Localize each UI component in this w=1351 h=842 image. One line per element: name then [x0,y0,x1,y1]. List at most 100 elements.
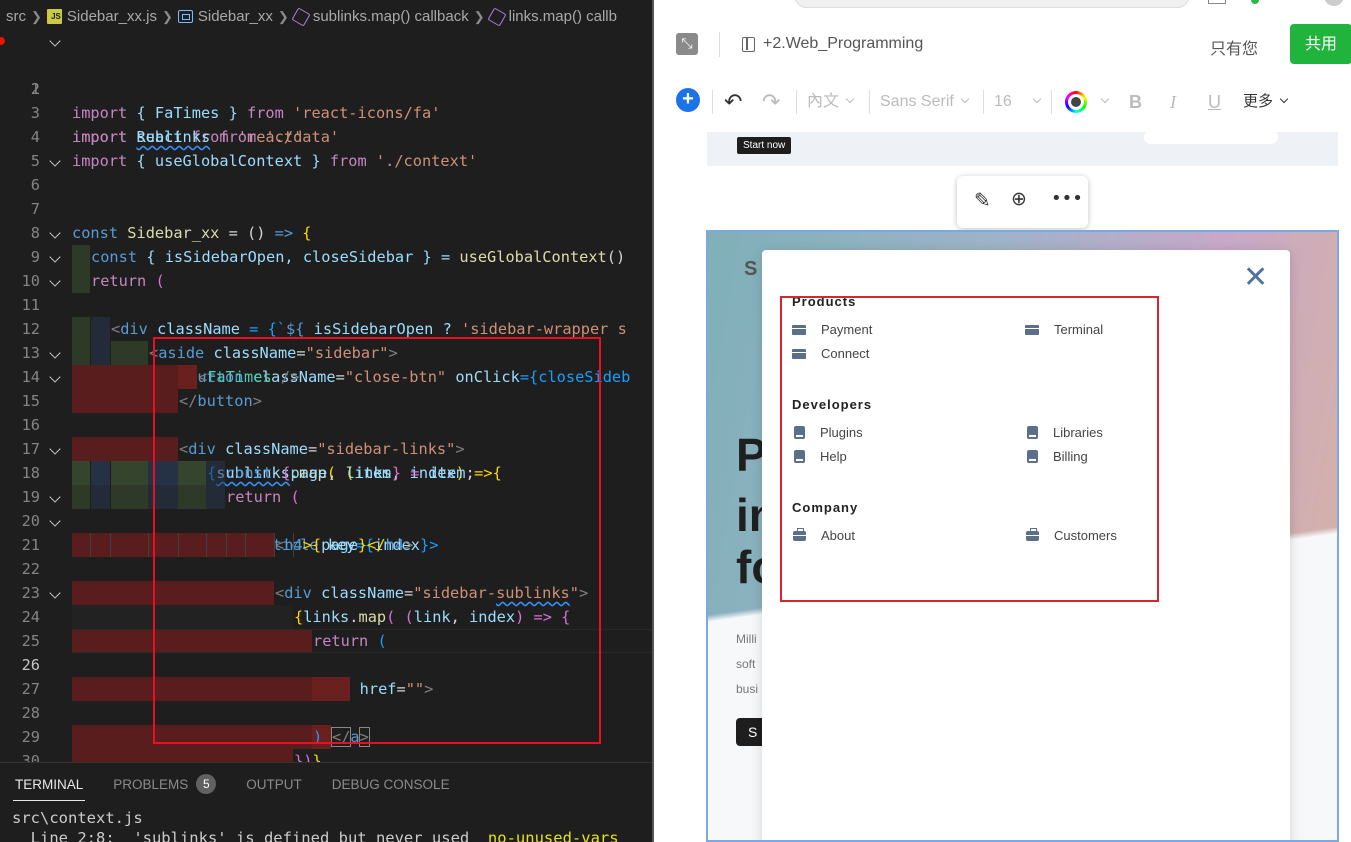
terminal-output-line: src\context.js [12,809,143,827]
chevron-right-icon: ❯ [277,8,289,24]
code-line[interactable]: 14 <div className="sidebar-links"> [0,341,652,461]
js-file-icon: JS [46,9,62,24]
fold-chevron-icon[interactable] [49,515,61,527]
breakpoint-icon[interactable] [0,37,5,45]
fold-chevron-icon[interactable] [49,275,61,287]
chevron-down-icon [1100,94,1110,104]
code-line[interactable]: 9 <div className = {`${ isSidebarOpen ? … [0,221,652,341]
avatar[interactable] [1324,0,1344,6]
code-line-current[interactable]: 26 </a> [0,629,652,749]
code-line[interactable]: 7 const { isSidebarOpen, closeSidebar } … [0,173,652,269]
code-line[interactable]: 12 <FaTimes /> [0,293,652,389]
code-line[interactable]: 27 ) [0,653,652,749]
redo-icon[interactable]: ↷ [762,80,780,124]
code-line[interactable]: 29 </div> [0,701,652,746]
code-line[interactable]: 6 const Sidebar_xx = () => { [0,149,652,242]
fold-chevron-icon[interactable] [49,443,61,455]
breadcrumb-callback[interactable]: sublinks.map() callback [313,8,469,25]
close-icon: ✕ [1243,260,1269,295]
more-options-icon[interactable]: ••• [1051,188,1083,209]
tab-terminal[interactable]: TERMINAL [0,771,98,801]
font-size-select[interactable]: 16 [994,80,1042,124]
code-line[interactable]: 28 })} [0,677,652,762]
image-decoration [1144,130,1278,144]
code-line[interactable]: 25 [0,605,652,701]
color-dropdown[interactable] [1094,80,1110,124]
document-icon [742,37,755,52]
code-line[interactable]: 3 import sublinks from './data' [0,77,652,146]
code-line[interactable]: 1 import React from 'react' [0,29,652,146]
paragraph-style-select[interactable]: 內文 [807,80,855,124]
code-area[interactable]: 1 import React from 'react' 2 import { F… [0,29,652,762]
image-toolbar: ✎ ⊕ ••• [957,176,1088,228]
chevron-down-icon [845,94,855,104]
tab-output[interactable]: OUTPUT [231,771,317,797]
chevron-right-icon: ❯ [473,8,485,24]
fold-chevron-icon[interactable] [49,587,61,599]
document-title[interactable]: +2.Web_Programming [763,35,923,53]
undo-icon[interactable]: ↶ [724,80,742,124]
text-color-icon[interactable] [1065,91,1087,113]
terminal-output-line: Line 2:8: 'sublinks' is defined but neve… [12,829,619,842]
start-now-label: Start now [737,137,792,154]
chevron-right-icon: ❯ [31,8,42,24]
code-line[interactable]: 5 [0,125,652,170]
document-header: ⤡ +2.Web_Programming 只有您 共用 [654,24,1351,66]
more-menu[interactable]: 更多 [1243,80,1289,124]
breadcrumb-folder[interactable]: src [6,8,26,25]
fold-chevron-icon[interactable] [49,35,61,47]
embedded-image-previous[interactable]: Start now [707,130,1338,166]
code-line[interactable]: 20 <div className="sidebar-sublinks"> [0,485,652,605]
tab-problems[interactable]: PROBLEMS 5 [98,771,231,797]
divider [712,90,713,114]
code-line[interactable]: 18 <article key={index}> [0,437,652,557]
code-line[interactable]: 17 return ( [0,413,652,509]
edit-pencil-icon[interactable]: ✎ [974,188,991,212]
code-line[interactable]: 23 return ( [0,557,652,653]
bold-button[interactable]: B [1129,80,1142,124]
image-logo-text: S [744,258,758,280]
breadcrumb-callback-2[interactable]: links.map() callb [509,8,617,25]
chevron-down-icon [1279,94,1289,104]
font-family-select[interactable]: Sans Serif [880,80,970,124]
code-line[interactable]: 19 <h4>{page}</h4> [0,461,652,557]
divider [983,90,984,114]
fold-chevron-icon[interactable] [49,491,61,503]
code-editor[interactable]: src ❯ JS Sidebar_xx.js ❯ Sidebar_xx ❯ su… [0,0,652,842]
share-button[interactable]: 共用 [1290,24,1351,64]
code-line[interactable]: 30 </article> [0,725,652,762]
window-icon[interactable] [1208,0,1226,4]
code-line[interactable]: 10 <aside className="sidebar"> [0,245,652,365]
breadcrumb-symbol[interactable]: Sidebar_xx [198,8,273,25]
code-line[interactable]: 31 ) [0,749,652,762]
variable-icon [177,10,193,23]
fold-chevron-icon[interactable] [49,251,61,263]
code-line[interactable]: 24 <a href=""> [0,581,652,701]
image-body-text: soft [736,657,756,671]
code-line[interactable]: 22 [0,533,652,629]
breadcrumb-file[interactable]: Sidebar_xx.js [67,8,157,25]
code-line[interactable]: 16 const {page, links} = item; [0,389,652,485]
highlight-box-preview [780,296,1159,602]
underline-button[interactable]: U [1208,80,1221,124]
document-editor: ⤡ +2.Web_Programming 只有您 共用 + ↶ ↷ 內文 San… [652,0,1351,842]
address-bar[interactable] [794,0,1190,8]
collapse-icon[interactable]: ⤡ [676,33,698,55]
code-line[interactable]: 13 </button> [0,317,652,413]
fold-chevron-icon[interactable] [49,371,61,383]
code-line[interactable]: 11 <button className="close-btn" onClick… [0,269,652,389]
image-body-text: Milli [736,632,757,646]
italic-button[interactable]: I [1170,80,1176,124]
code-line[interactable]: 15 {sublinks.map( (item, index) =>{ [0,365,652,485]
zoom-in-icon[interactable]: ⊕ [1011,188,1027,210]
code-line[interactable]: 2 import { FaTimes } from 'react-icons/f… [0,53,652,122]
chevron-right-icon: ❯ [161,8,173,24]
code-line[interactable]: 21 {links.map( (link, index) => { [0,509,652,629]
code-line[interactable]: 8 return ( [0,197,652,293]
fold-chevron-icon[interactable] [49,227,61,239]
insert-plus-icon[interactable]: + [676,88,700,112]
fold-chevron-icon[interactable] [49,347,61,359]
code-line[interactable]: 4 import { useGlobalContext } from './co… [0,101,652,170]
fold-chevron-icon[interactable] [49,155,61,167]
tab-debug-console[interactable]: DEBUG CONSOLE [317,771,465,797]
